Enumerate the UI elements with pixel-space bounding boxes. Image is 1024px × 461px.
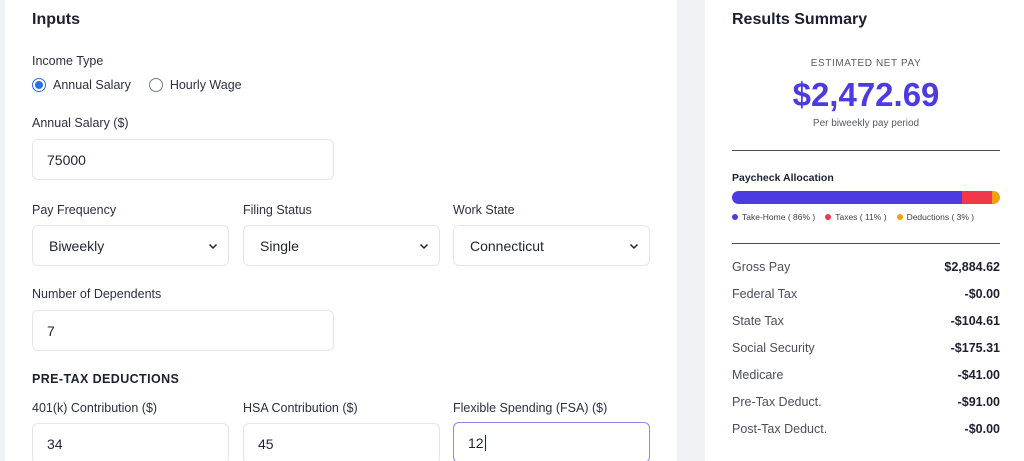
401k-value: 34 <box>47 435 63 452</box>
result-row-value: -$0.00 <box>964 422 1000 436</box>
chevron-down-icon <box>419 243 429 249</box>
result-row-label: Pre-Tax Deduct. <box>732 395 822 409</box>
legend-item: Taxes ( 11% ) <box>825 212 887 222</box>
allocation-segment-take-home <box>732 191 963 204</box>
work-state-value: Connecticut <box>470 237 544 254</box>
fsa-label: Flexible Spending (FSA) ($) <box>453 401 608 415</box>
result-row-value: $2,884.62 <box>944 260 1000 274</box>
filing-status-label: Filing Status <box>243 203 312 217</box>
pay-frequency-select[interactable]: Biweekly <box>32 225 229 266</box>
result-row-label: Gross Pay <box>732 260 791 274</box>
inputs-title: Inputs <box>32 11 80 28</box>
result-row: Federal Tax -$0.00 <box>732 286 1000 302</box>
annual-salary-label: Annual Salary ($) <box>32 116 129 130</box>
legend-label: Deductions ( 3% ) <box>906 212 975 222</box>
result-row-label: Medicare <box>732 368 784 382</box>
text-caret <box>484 434 486 451</box>
annual-salary-radio-label[interactable]: Annual Salary <box>53 78 131 92</box>
result-row-value: -$91.00 <box>957 395 1000 409</box>
result-row: Post-Tax Deduct. -$0.00 <box>732 421 1000 437</box>
result-row-label: Federal Tax <box>732 287 798 301</box>
hourly-wage-radio[interactable] <box>148 78 163 92</box>
dependents-label: Number of Dependents <box>32 287 162 301</box>
pay-frequency-value: Biweekly <box>49 237 105 254</box>
net-pay-value: $2,472.69 <box>792 76 940 113</box>
result-row-value: -$104.61 <box>950 314 1000 328</box>
result-row: Pre-Tax Deduct. -$91.00 <box>732 394 1000 410</box>
result-row: State Tax -$104.61 <box>732 313 1000 329</box>
legend-label: Taxes ( 11% ) <box>835 212 887 222</box>
divider <box>732 150 1000 151</box>
allocation-legend: Take-Home ( 86% ) Taxes ( 11% ) Deductions… <box>732 212 984 222</box>
chevron-down-icon <box>629 243 639 249</box>
allocation-title: Paycheck Allocation <box>732 172 834 184</box>
result-row-value: -$41.00 <box>957 368 1000 382</box>
filing-status-select[interactable]: Single <box>243 225 440 266</box>
dependents-input[interactable]: 7 <box>32 310 334 351</box>
result-row-value: -$0.00 <box>964 287 1000 301</box>
pretax-deductions-heading: PRE-TAX DEDUCTIONS <box>32 372 180 386</box>
net-pay-subtitle: Per biweekly pay period <box>812 118 920 129</box>
pay-frequency-label: Pay Frequency <box>32 203 117 217</box>
results-title: Results Summary <box>732 11 868 28</box>
allocation-bar <box>732 191 1000 204</box>
legend-label: Take-Home ( 86% ) <box>742 212 816 222</box>
result-row: Medicare -$41.00 <box>732 367 1000 383</box>
hsa-label: HSA Contribution ($) <box>243 401 358 415</box>
result-row: Gross Pay $2,884.62 <box>732 259 1000 275</box>
legend-dot-icon <box>825 214 832 220</box>
hsa-value: 45 <box>258 435 274 452</box>
annual-salary-input[interactable]: 75000 <box>32 139 334 180</box>
legend-dot-icon <box>732 214 738 220</box>
divider <box>732 243 1000 244</box>
result-row-label: Post-Tax Deduct. <box>732 422 828 436</box>
income-type-radio-group: Annual Salary Hourly Wage <box>32 77 242 93</box>
result-row-label: Social Security <box>732 341 815 355</box>
work-state-select[interactable]: Connecticut <box>453 225 650 266</box>
annual-salary-value: 75000 <box>47 151 86 168</box>
chevron-down-icon <box>208 243 218 249</box>
work-state-label: Work State <box>453 203 515 217</box>
filing-status-value: Single <box>260 237 299 254</box>
401k-label: 401(k) Contribution ($) <box>32 401 158 415</box>
hourly-wage-radio-label[interactable]: Hourly Wage <box>170 78 242 92</box>
401k-input[interactable]: 34 <box>32 423 229 461</box>
annual-salary-radio[interactable] <box>32 78 46 92</box>
result-row-label: State Tax <box>732 314 784 328</box>
income-type-label: Income Type <box>32 54 104 68</box>
legend-dot-icon <box>896 214 903 220</box>
result-row: Social Security -$175.31 <box>732 340 1000 356</box>
result-row-value: -$175.31 <box>950 341 1000 355</box>
dependents-value: 7 <box>47 322 55 339</box>
legend-item: Take-Home ( 86% ) <box>732 212 815 222</box>
results-panel <box>705 0 1024 461</box>
legend-item: Deductions ( 3% ) <box>896 212 975 222</box>
hsa-input[interactable]: 45 <box>243 423 440 461</box>
net-pay-caption: ESTIMATED NET PAY <box>810 58 922 69</box>
fsa-value: 12 <box>468 434 484 451</box>
fsa-input[interactable]: 12 <box>453 422 650 461</box>
allocation-segment-taxes <box>962 191 992 204</box>
